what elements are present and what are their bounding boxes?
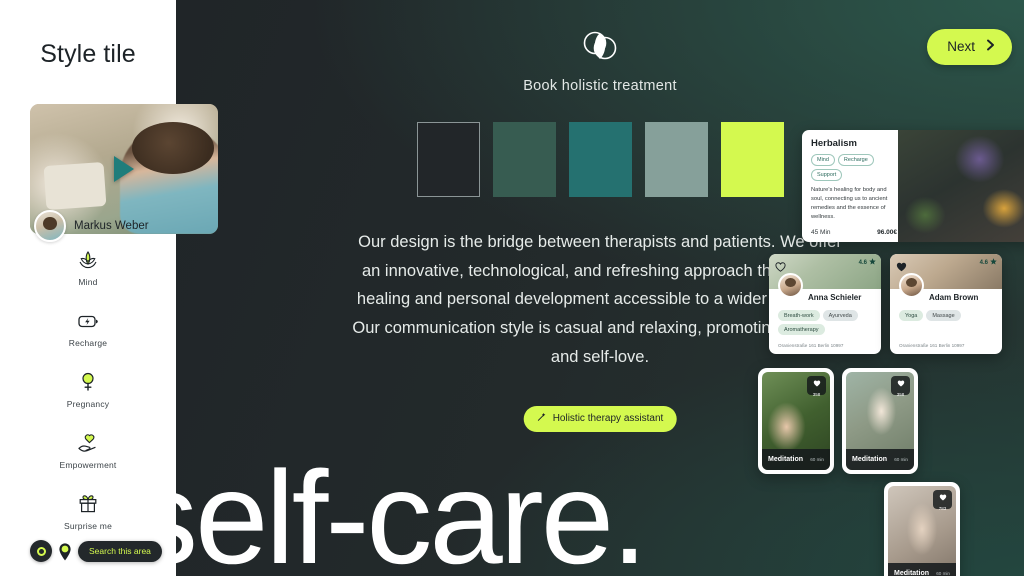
female-symbol-icon	[76, 370, 100, 394]
like-count: 358	[812, 391, 821, 397]
herbalism-tags: Mind Recharge Support	[811, 154, 898, 181]
heart-filled-icon	[939, 488, 947, 506]
tag[interactable]: Ayurveda	[822, 310, 858, 321]
like-badge[interactable]: 358	[891, 374, 910, 397]
therapist-name: Anna Schieler	[808, 293, 862, 302]
sidebar-item-mind[interactable]: Mind	[0, 248, 176, 287]
therapist-tags: Yoga Massage	[899, 310, 996, 321]
video-author-row: Markus Weber	[34, 210, 149, 242]
tag[interactable]: Mind	[811, 154, 835, 166]
sidebar-item-label: Empowerment	[59, 460, 117, 470]
assistant-pill-label: Holistic therapy assistant	[552, 413, 664, 424]
meditation-title: Meditation	[852, 456, 887, 463]
left-sidebar: Style tile Markus Weber Mind Recharge Pr…	[0, 0, 218, 576]
herbalism-description: Nature's healing for body and soul, conn…	[811, 187, 888, 220]
like-badge[interactable]: 783	[933, 488, 952, 511]
meditation-caption: Meditation 60 min	[888, 563, 956, 576]
next-button-label: Next	[947, 39, 975, 54]
video-pillow	[43, 161, 107, 211]
category-nav: Mind Recharge Pregnancy Empowerment Surp…	[0, 248, 176, 553]
herbalism-duration: 45 Min	[811, 228, 831, 236]
star-icon	[990, 258, 997, 267]
therapist-name: Adam Brown	[929, 293, 979, 302]
meditation-duration: 60 min	[894, 457, 908, 462]
therapist-card-adam-brown[interactable]: 4.6 Adam Brown Yoga Massage Oranienstraß…	[890, 254, 1002, 354]
meditation-caption: Meditation 60 min	[846, 449, 914, 470]
sidebar-item-label: Recharge	[68, 338, 108, 348]
video-author-name: Markus Weber	[74, 220, 149, 232]
rating-value: 4.6	[979, 259, 988, 266]
gift-icon	[76, 492, 100, 516]
tag[interactable]: Breath-work	[778, 310, 820, 321]
sidebar-item-empowerment[interactable]: Empowerment	[0, 431, 176, 470]
sidebar-item-surprise-me[interactable]: Surprise me	[0, 492, 176, 531]
herbalism-price: 96.00€	[877, 228, 897, 236]
play-icon[interactable]	[114, 156, 134, 182]
locate-target-icon[interactable]	[30, 540, 52, 562]
like-badge[interactable]: 358	[807, 374, 826, 397]
meditation-caption: Meditation 60 min	[762, 449, 830, 470]
herbalism-photo	[898, 130, 1024, 242]
like-count: 358	[896, 391, 905, 397]
sidebar-item-label: Mind	[78, 277, 98, 287]
tag[interactable]: Aromatherapy	[778, 324, 825, 335]
therapist-rating: 4.6	[859, 258, 876, 267]
meditation-title: Meditation	[894, 570, 929, 576]
sidebar-item-label: Pregnancy	[66, 399, 110, 409]
page-title: Style tile	[40, 40, 136, 68]
chevron-right-icon	[986, 39, 995, 54]
swatch-lime	[720, 122, 784, 197]
search-this-area-button[interactable]: Search this area	[78, 540, 162, 562]
tag[interactable]: Recharge	[837, 154, 874, 166]
therapist-tags: Breath-work Ayurveda Aromatherapy	[778, 310, 875, 335]
tag[interactable]: Yoga	[899, 310, 924, 321]
heart-filled-icon	[813, 374, 821, 392]
hand-heart-icon	[76, 431, 100, 455]
swatch-sage-gray	[644, 122, 708, 197]
meditation-card[interactable]: 358 Meditation 60 min	[842, 368, 918, 474]
lotus-icon	[76, 248, 100, 272]
heart-filled-icon	[897, 374, 905, 392]
herbalism-card-body: Herbalism Mind Recharge Support Nature's…	[802, 130, 898, 242]
herbalism-card[interactable]: Herbalism Mind Recharge Support Nature's…	[802, 130, 1024, 242]
swatch-charcoal	[416, 122, 480, 197]
rating-value: 4.6	[858, 259, 867, 266]
sidebar-item-recharge[interactable]: Recharge	[0, 309, 176, 348]
meditation-duration: 60 min	[810, 457, 824, 462]
therapist-card-anna-schieler[interactable]: 4.6 Anna Schieler Breath-work Ayurveda A…	[769, 254, 881, 354]
meditation-title: Meditation	[768, 456, 803, 463]
battery-charge-icon	[76, 309, 100, 333]
next-button[interactable]: Next	[927, 29, 1012, 65]
herbalism-title: Herbalism	[811, 138, 857, 149]
sidebar-item-pregnancy[interactable]: Pregnancy	[0, 370, 176, 409]
map-controls: Search this area	[30, 540, 162, 562]
floating-cards-rail: Herbalism Mind Recharge Support Nature's…	[758, 0, 1024, 576]
tag[interactable]: Massage	[926, 310, 961, 321]
tag[interactable]: Support	[811, 169, 843, 181]
therapist-address: Oranienstraße 161 Berlin 10997	[899, 343, 965, 348]
therapist-rating: 4.6	[980, 258, 997, 267]
therapist-avatar	[899, 273, 924, 298]
avatar	[34, 210, 66, 242]
swatch-teal	[568, 122, 632, 197]
video-person-hair	[131, 122, 215, 175]
swatch-deep-sage	[492, 122, 556, 197]
like-count: 783	[938, 505, 947, 511]
meditation-card[interactable]: 358 Meditation 60 min	[758, 368, 834, 474]
holistic-therapy-assistant-pill[interactable]: Holistic therapy assistant	[523, 406, 677, 432]
therapist-address: Oranienstraße 161 Berlin 10997	[778, 343, 844, 348]
meditation-card[interactable]: 783 Meditation 60 min	[884, 482, 960, 576]
sparkle-wand-icon	[537, 412, 547, 425]
meditation-duration: 60 min	[936, 571, 950, 576]
sidebar-item-label: Surprise me	[63, 521, 113, 531]
therapist-avatar	[778, 273, 803, 298]
herbalism-meta: 45 Min 96.00€	[811, 229, 897, 236]
map-pin-icon[interactable]	[58, 542, 72, 561]
star-icon	[869, 258, 876, 267]
